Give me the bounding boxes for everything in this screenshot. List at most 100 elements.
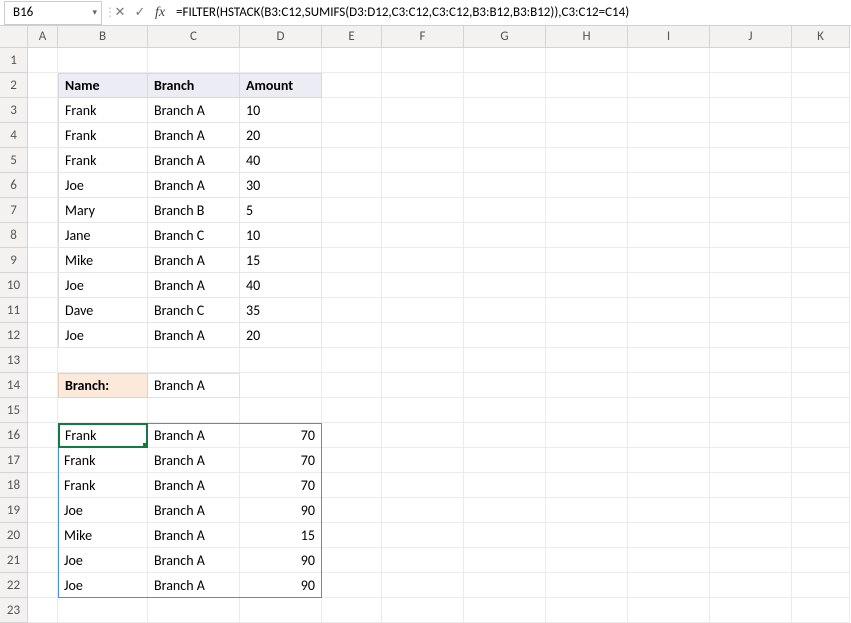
cell-B5[interactable]: Frank — [58, 148, 148, 173]
cell-A10[interactable] — [28, 273, 58, 298]
cell-H20[interactable] — [546, 523, 628, 548]
cell-G21[interactable] — [464, 548, 546, 573]
cell-E19[interactable] — [322, 498, 382, 523]
cell-E17[interactable] — [322, 448, 382, 473]
cell-A19[interactable] — [28, 498, 58, 523]
cell-D21[interactable]: 90 — [240, 548, 322, 573]
cell-E16[interactable] — [322, 423, 382, 448]
cell-H4[interactable] — [546, 123, 628, 148]
cell-A21[interactable] — [28, 548, 58, 573]
cell-F21[interactable] — [382, 548, 464, 573]
cell-B6[interactable]: Joe — [58, 173, 148, 198]
cell-F10[interactable] — [382, 273, 464, 298]
cell-B4[interactable]: Frank — [58, 123, 148, 148]
cell-A6[interactable] — [28, 173, 58, 198]
cell-F5[interactable] — [382, 148, 464, 173]
cell-F17[interactable] — [382, 448, 464, 473]
cell-J4[interactable] — [710, 123, 792, 148]
cell-E2[interactable] — [322, 73, 382, 98]
cell-H21[interactable] — [546, 548, 628, 573]
cell-C18[interactable]: Branch A — [148, 473, 240, 498]
cell-J7[interactable] — [710, 198, 792, 223]
cell-E15[interactable] — [322, 398, 382, 423]
cell-I4[interactable] — [628, 123, 710, 148]
cell-C9[interactable]: Branch A — [148, 248, 240, 273]
row-header-2[interactable]: 2 — [0, 73, 28, 98]
cell-J15[interactable] — [710, 398, 792, 423]
cell-A12[interactable] — [28, 323, 58, 348]
cell-F2[interactable] — [382, 73, 464, 98]
cell-C19[interactable]: Branch A — [148, 498, 240, 523]
cell-B21[interactable]: Joe — [58, 548, 148, 573]
cell-C8[interactable]: Branch C — [148, 223, 240, 248]
cell-I10[interactable] — [628, 273, 710, 298]
cell-K18[interactable] — [792, 473, 850, 498]
cell-F11[interactable] — [382, 298, 464, 323]
cell-J8[interactable] — [710, 223, 792, 248]
cell-A9[interactable] — [28, 248, 58, 273]
cell-E22[interactable] — [322, 573, 382, 598]
cell-A13[interactable] — [28, 348, 58, 373]
cell-J11[interactable] — [710, 298, 792, 323]
spreadsheet-grid[interactable]: ABCDEFGHIJK12NameBranchAmount3FrankBranc… — [0, 26, 851, 623]
cell-B18[interactable]: Frank — [58, 473, 148, 498]
cell-F9[interactable] — [382, 248, 464, 273]
cell-C21[interactable]: Branch A — [148, 548, 240, 573]
cell-C17[interactable]: Branch A — [148, 448, 240, 473]
cell-E14[interactable] — [322, 373, 382, 398]
cell-D18[interactable]: 70 — [240, 473, 322, 498]
column-header-J[interactable]: J — [710, 26, 792, 48]
cell-J22[interactable] — [710, 573, 792, 598]
cell-B23[interactable] — [58, 598, 148, 623]
cell-D1[interactable] — [240, 48, 322, 73]
cell-J20[interactable] — [710, 523, 792, 548]
cell-H8[interactable] — [546, 223, 628, 248]
cell-F19[interactable] — [382, 498, 464, 523]
cell-H18[interactable] — [546, 473, 628, 498]
cell-C5[interactable]: Branch A — [148, 148, 240, 173]
cell-B22[interactable]: Joe — [58, 573, 148, 598]
row-header-6[interactable]: 6 — [0, 173, 28, 198]
cell-K8[interactable] — [792, 223, 850, 248]
row-header-23[interactable]: 23 — [0, 598, 28, 623]
cell-K23[interactable] — [792, 598, 850, 623]
cell-C20[interactable]: Branch A — [148, 523, 240, 548]
select-all-corner[interactable] — [0, 26, 28, 48]
column-header-E[interactable]: E — [322, 26, 382, 48]
cell-H7[interactable] — [546, 198, 628, 223]
cell-E4[interactable] — [322, 123, 382, 148]
cell-D13[interactable] — [240, 348, 322, 373]
column-header-K[interactable]: K — [792, 26, 850, 48]
cell-B19[interactable]: Joe — [58, 498, 148, 523]
cell-J10[interactable] — [710, 273, 792, 298]
cell-D23[interactable] — [240, 598, 322, 623]
cell-F14[interactable] — [382, 373, 464, 398]
cell-K19[interactable] — [792, 498, 850, 523]
cell-K13[interactable] — [792, 348, 850, 373]
cell-D8[interactable]: 10 — [240, 223, 322, 248]
cell-F3[interactable] — [382, 98, 464, 123]
cell-C13[interactable] — [148, 348, 240, 373]
cell-E13[interactable] — [322, 348, 382, 373]
cell-G10[interactable] — [464, 273, 546, 298]
row-header-3[interactable]: 3 — [0, 98, 28, 123]
cell-I21[interactable] — [628, 548, 710, 573]
cell-I14[interactable] — [628, 373, 710, 398]
cell-K11[interactable] — [792, 298, 850, 323]
cell-D17[interactable]: 70 — [240, 448, 322, 473]
cell-F4[interactable] — [382, 123, 464, 148]
cell-H3[interactable] — [546, 98, 628, 123]
cell-K1[interactable] — [792, 48, 850, 73]
cell-K22[interactable] — [792, 573, 850, 598]
cell-F13[interactable] — [382, 348, 464, 373]
cell-F6[interactable] — [382, 173, 464, 198]
row-header-12[interactable]: 12 — [0, 323, 28, 348]
name-box[interactable]: B16 ▾ — [4, 1, 102, 25]
row-header-4[interactable]: 4 — [0, 123, 28, 148]
cell-G15[interactable] — [464, 398, 546, 423]
cell-E5[interactable] — [322, 148, 382, 173]
row-header-19[interactable]: 19 — [0, 498, 28, 523]
cell-H22[interactable] — [546, 573, 628, 598]
cell-E6[interactable] — [322, 173, 382, 198]
cell-B12[interactable]: Joe — [58, 323, 148, 348]
